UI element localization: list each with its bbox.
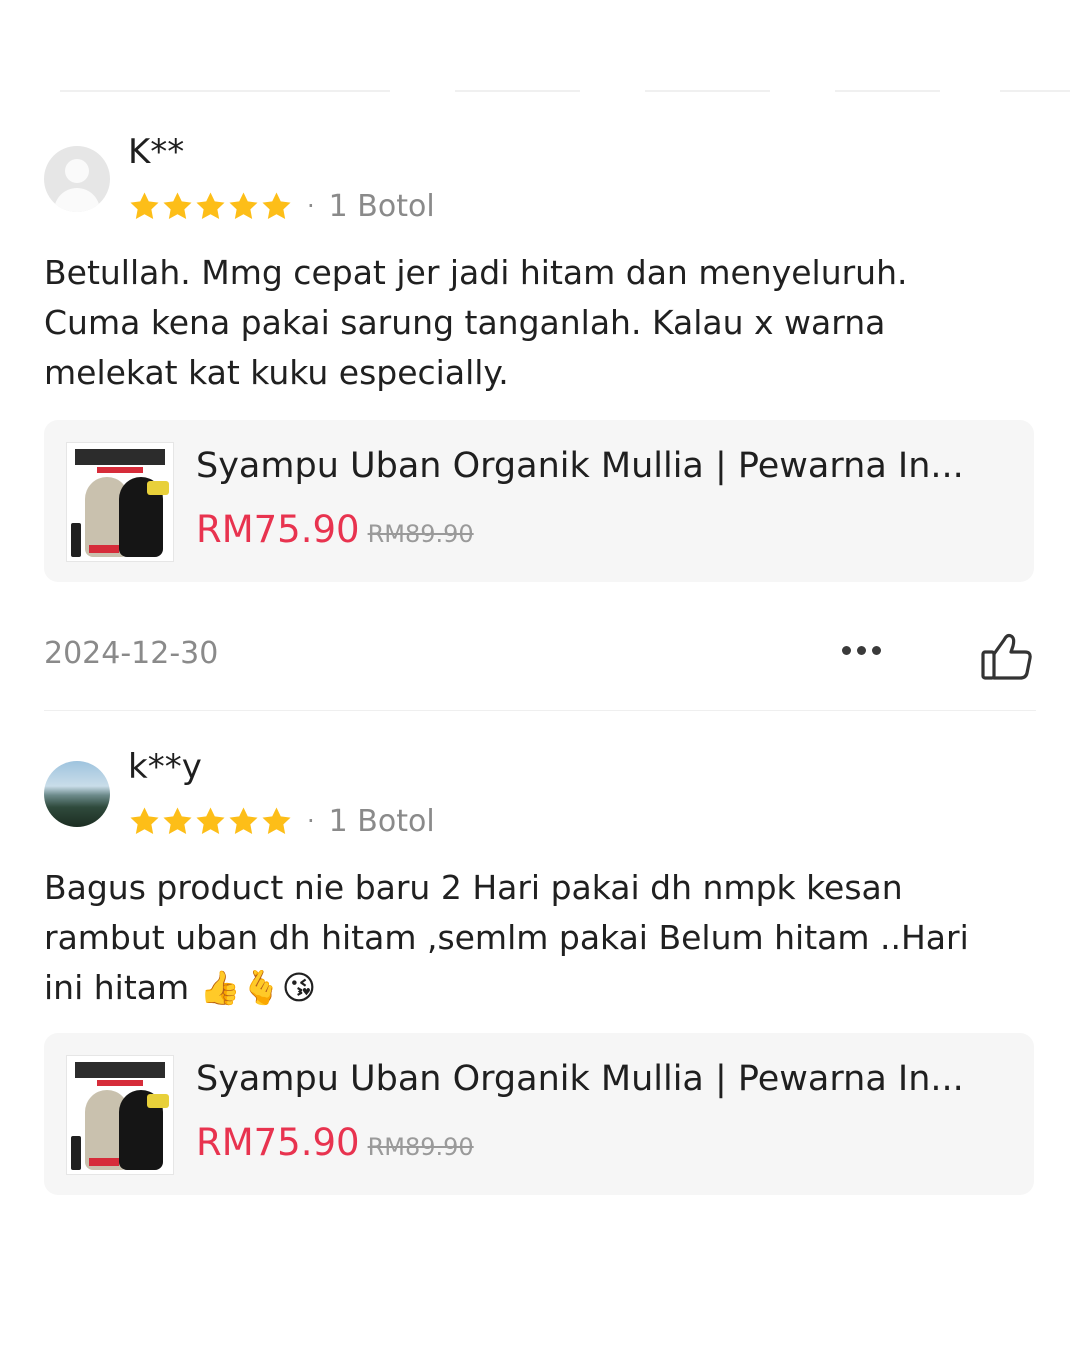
star-icon bbox=[262, 806, 291, 834]
product-title: Syampu Uban Organik Mullia | Pewarna In.… bbox=[196, 446, 964, 486]
product-price: RM75.90 bbox=[196, 1121, 360, 1164]
star-rating bbox=[128, 805, 293, 838]
product-thumbnail bbox=[66, 442, 174, 562]
separator-dot: · bbox=[307, 807, 315, 835]
product-card[interactable]: Syampu Uban Organik Mullia | Pewarna In.… bbox=[44, 420, 1034, 582]
price-row: RM75.90 RM89.90 bbox=[196, 508, 474, 551]
review-divider bbox=[44, 710, 1036, 711]
review-footer: 2024-12-30 bbox=[44, 630, 1036, 682]
star-icon bbox=[130, 806, 159, 834]
rating-row: · 1 Botol bbox=[128, 801, 435, 841]
star-icon bbox=[130, 191, 159, 219]
variant-label: 1 Botol bbox=[328, 803, 435, 839]
review-text: Bagus product nie baru 2 Hari pakai dh n… bbox=[44, 868, 969, 1007]
review-date: 2024-12-30 bbox=[44, 636, 219, 671]
product-thumbnail bbox=[66, 1055, 174, 1175]
star-icon bbox=[196, 191, 225, 219]
user-avatar-photo[interactable] bbox=[44, 761, 110, 827]
original-price: RM89.90 bbox=[367, 1133, 474, 1161]
star-icon bbox=[229, 191, 258, 219]
product-card[interactable]: Syampu Uban Organik Mullia | Pewarna In.… bbox=[44, 1033, 1034, 1195]
top-tab-divider bbox=[60, 90, 1070, 92]
reviewer-name: K** bbox=[128, 132, 185, 172]
default-user-avatar-icon[interactable] bbox=[44, 146, 110, 212]
star-rating bbox=[128, 190, 293, 223]
separator-dot: · bbox=[307, 192, 315, 220]
star-icon bbox=[229, 806, 258, 834]
star-icon bbox=[163, 806, 192, 834]
original-price: RM89.90 bbox=[367, 520, 474, 548]
price-row: RM75.90 RM89.90 bbox=[196, 1121, 474, 1164]
reviewer-name: k**y bbox=[128, 747, 202, 787]
review-text: Betullah. Mmg cepat jer jadi hitam dan m… bbox=[44, 253, 908, 392]
star-icon bbox=[163, 191, 192, 219]
variant-label: 1 Botol bbox=[328, 188, 435, 224]
star-icon bbox=[262, 191, 291, 219]
product-price: RM75.90 bbox=[196, 508, 360, 551]
star-icon bbox=[196, 806, 225, 834]
thumbs-up-icon[interactable] bbox=[980, 630, 1034, 682]
more-options-icon[interactable] bbox=[842, 646, 881, 655]
rating-row: · 1 Botol bbox=[128, 186, 435, 226]
product-title: Syampu Uban Organik Mullia | Pewarna In.… bbox=[196, 1059, 964, 1099]
